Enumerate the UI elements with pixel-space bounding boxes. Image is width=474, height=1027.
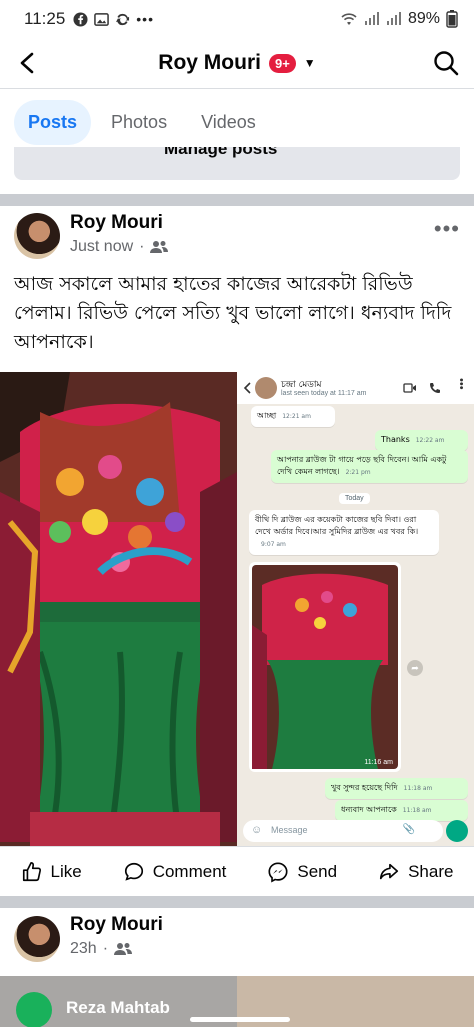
tab-photos[interactable]: Photos bbox=[97, 100, 181, 145]
comment-button[interactable]: Comment bbox=[123, 861, 227, 883]
chat-message: আচ্ছা 12:21 am bbox=[251, 406, 335, 427]
chat-avatar bbox=[255, 377, 277, 399]
status-time: 11:25 bbox=[24, 9, 66, 28]
sync-icon bbox=[116, 13, 130, 25]
post-image[interactable]: চন্দ্রা মেডাম last seen today at 11:17 a… bbox=[0, 372, 474, 846]
post-header-2: Roy Mouri 23h · bbox=[14, 914, 460, 972]
battery-level: 89% bbox=[407, 10, 440, 27]
chat-menu-icon: ••• bbox=[455, 378, 467, 390]
feed-separator bbox=[0, 194, 474, 206]
post-meta: Just now · bbox=[70, 238, 169, 256]
comment-icon bbox=[124, 862, 143, 881]
share-label: Share bbox=[408, 862, 454, 881]
share-icon bbox=[380, 863, 399, 880]
signal-icon-2 bbox=[386, 12, 401, 25]
status-bar: 11:25 ••• 89% bbox=[0, 0, 474, 38]
whatsapp-screenshot: চন্দ্রা মেডাম last seen today at 11:17 a… bbox=[237, 372, 474, 846]
comment-avatar bbox=[16, 992, 52, 1027]
post-time[interactable]: 23h bbox=[70, 940, 97, 958]
post-author[interactable]: Roy Mouri bbox=[70, 914, 163, 936]
post-text: আজ সকালে আমার হাতের কাজের আরেকটা রিভিউ প… bbox=[14, 273, 452, 353]
chat-header: চন্দ্রা মেডাম last seen today at 11:17 a… bbox=[237, 372, 474, 404]
home-indicator bbox=[190, 1017, 290, 1022]
send-label: Send bbox=[297, 862, 338, 881]
page-title: Roy Mouri bbox=[158, 51, 261, 74]
chat-date-label: Today bbox=[339, 493, 370, 504]
post-header: Roy Mouri Just now · ••• bbox=[14, 212, 460, 270]
post-actions: Like Comment Send Share bbox=[0, 846, 474, 898]
friends-privacy-icon bbox=[150, 241, 169, 253]
notification-icons: ••• bbox=[73, 11, 154, 27]
post-2-image[interactable]: Reza Mahtab bbox=[0, 976, 474, 1027]
chat-message-text: আচ্ছা bbox=[257, 411, 277, 420]
chat-message-time: 11:18 am bbox=[403, 785, 433, 792]
profile-switcher[interactable]: Roy Mouri 9+ ▼ bbox=[158, 51, 315, 75]
header-divider bbox=[0, 88, 474, 89]
chat-message: বীথি দি ব্লাউজ এর কয়েকটা কাজের ছবি দিবা… bbox=[249, 510, 439, 555]
back-arrow-icon bbox=[20, 52, 34, 74]
chat-message-input: ☺ Message 📎 bbox=[243, 820, 443, 842]
chat-message: খুব সুন্দর হয়েছে দিদি 11:18 am bbox=[325, 778, 468, 799]
comment-author: Reza Mahtab bbox=[66, 998, 170, 1017]
chat-image-time: 11:16 am bbox=[364, 759, 393, 766]
chat-message-text: বীথি দি ব্লাউজ এর কয়েকটা কাজের ছবি দিবা… bbox=[255, 515, 419, 536]
send-button[interactable]: Send bbox=[267, 861, 337, 883]
blouse-photo bbox=[0, 372, 237, 846]
manage-posts-button[interactable]: Manage posts bbox=[14, 147, 460, 180]
chat-input-placeholder: Message bbox=[271, 825, 308, 835]
chat-message-time: 12:21 am bbox=[282, 413, 311, 420]
more-notifications-icon: ••• bbox=[136, 11, 154, 27]
back-button[interactable] bbox=[14, 50, 40, 76]
chat-message: ধন্যবাদ আপনাকে 11:18 am bbox=[335, 800, 468, 821]
messenger-icon bbox=[268, 862, 288, 883]
friends-privacy-icon bbox=[114, 943, 133, 955]
avatar[interactable] bbox=[14, 213, 60, 259]
chat-message-text: Thanks bbox=[381, 435, 410, 444]
avatar[interactable] bbox=[14, 916, 60, 962]
chat-message-text: খুব সুন্দর হয়েছে দিদি bbox=[331, 783, 398, 792]
post-meta: 23h · bbox=[70, 940, 133, 958]
forward-icon: ➦ bbox=[407, 660, 423, 676]
tab-videos[interactable]: Videos bbox=[187, 100, 270, 145]
chevron-down-icon: ▼ bbox=[303, 56, 316, 70]
gallery-icon bbox=[94, 12, 110, 26]
comment-label: Comment bbox=[152, 862, 227, 881]
chat-image-message: 11:16 am bbox=[249, 562, 401, 772]
like-label: Like bbox=[50, 862, 82, 881]
share-button[interactable]: Share bbox=[378, 861, 453, 883]
feed-separator-2 bbox=[0, 896, 474, 908]
profile-top-bar: Roy Mouri 9+ ▼ bbox=[0, 38, 474, 88]
chat-message-text: ধন্যবাদ আপনাকে bbox=[341, 805, 397, 814]
chat-message: আপনার ব্লাউজ টা গায়ে পড়ে ছবি দিবেন। আম… bbox=[271, 450, 468, 483]
post-author[interactable]: Roy Mouri bbox=[70, 212, 163, 234]
chat-image-thumbnail bbox=[252, 565, 398, 769]
chat-message: Thanks 12:22 am bbox=[375, 430, 468, 451]
like-icon bbox=[22, 862, 41, 882]
video-call-icon bbox=[403, 383, 416, 393]
notification-badge: 9+ bbox=[268, 53, 296, 73]
phone-icon bbox=[430, 383, 440, 393]
chat-message-time: 11:18 am bbox=[402, 807, 432, 814]
manage-posts-label: Manage posts bbox=[164, 147, 278, 158]
tab-posts[interactable]: Posts bbox=[14, 99, 92, 145]
mic-icon bbox=[446, 820, 468, 842]
chat-last-seen: last seen today at 11:17 am bbox=[281, 390, 367, 397]
facebook-icon bbox=[73, 11, 88, 27]
signal-icon bbox=[364, 12, 379, 25]
blouse-illustration bbox=[0, 372, 237, 846]
post-time[interactable]: Just now bbox=[70, 238, 133, 256]
profile-tabs: Posts Photos Videos bbox=[14, 99, 270, 145]
like-button[interactable]: Like bbox=[21, 861, 82, 883]
search-icon[interactable] bbox=[432, 49, 460, 77]
attach-icon: 📎 bbox=[402, 824, 415, 835]
chat-message-time: 9:07 am bbox=[261, 541, 286, 548]
chat-message-time: 12:22 am bbox=[415, 437, 445, 444]
emoji-icon: ☺ bbox=[251, 824, 263, 836]
wifi-icon bbox=[341, 13, 357, 25]
chat-message-time: 2:21 pm bbox=[345, 469, 371, 476]
battery-icon bbox=[446, 10, 458, 28]
post-options-button[interactable]: ••• bbox=[434, 216, 460, 242]
back-arrow-icon-chat bbox=[243, 382, 251, 394]
